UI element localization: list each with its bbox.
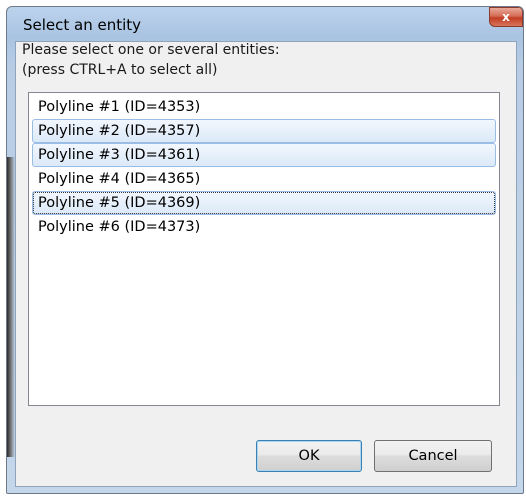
list-item[interactable]: Polyline #3 (ID=4361) [32, 143, 496, 167]
title-bar[interactable]: Select an entity x [7, 7, 523, 37]
list-item[interactable]: Polyline #5 (ID=4369) [32, 191, 496, 215]
dialog-title: Select an entity [23, 16, 142, 34]
list-item[interactable]: Polyline #2 (ID=4357) [32, 119, 496, 143]
close-button[interactable]: x [489, 7, 523, 27]
list-item[interactable]: Polyline #6 (ID=4373) [32, 215, 496, 239]
instruction-line-2: (press CTRL+A to select all) [22, 62, 218, 78]
close-icon: x [502, 10, 510, 24]
instruction-text: Please select one or several entities: (… [22, 40, 280, 80]
list-item[interactable]: Polyline #4 (ID=4365) [32, 167, 496, 191]
list-item[interactable]: Polyline #1 (ID=4353) [32, 95, 496, 119]
cancel-button[interactable]: Cancel [374, 440, 492, 472]
ok-button[interactable]: OK [256, 440, 362, 472]
window-edge-shadow [7, 157, 15, 457]
instruction-line-1: Please select one or several entities: [22, 42, 280, 58]
entity-listbox[interactable]: Polyline #1 (ID=4353) Polyline #2 (ID=43… [28, 92, 500, 406]
